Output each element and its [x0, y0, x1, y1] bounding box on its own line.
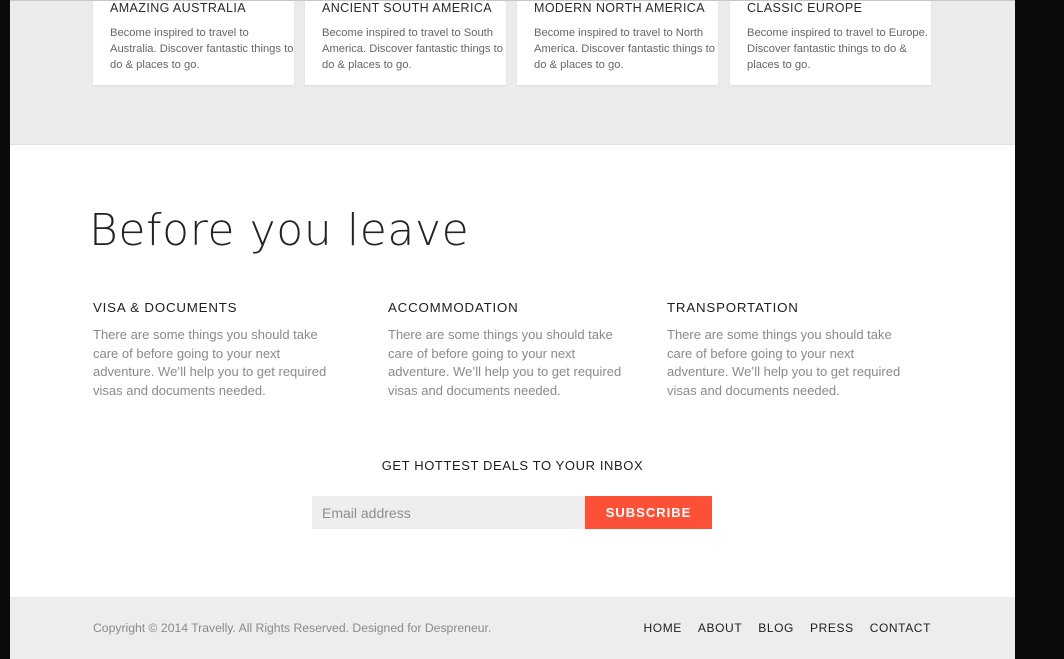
footer-link-about[interactable]: ABOUT — [698, 621, 742, 635]
footer-nav: HOME ABOUT BLOG PRESS CONTACT — [644, 621, 932, 635]
destination-description: Become inspired to travel to Europe. Dis… — [747, 27, 928, 71]
destination-title[interactable]: AMAZING AUSTRALIA — [110, 1, 288, 15]
destination-card-australia[interactable]: AMAZING AUSTRALIA Become inspired to tra… — [93, 1, 294, 85]
destination-title[interactable]: ANCIENT SOUTH AMERICA — [322, 1, 500, 15]
destination-title[interactable]: MODERN NORTH AMERICA — [534, 1, 712, 15]
footer: Copyright © 2014 Travelly. All Rights Re… — [10, 597, 1015, 659]
footer-link-blog[interactable]: BLOG — [758, 621, 794, 635]
email-input[interactable] — [312, 496, 585, 529]
destination-card-south-america[interactable]: ANCIENT SOUTH AMERICA Become inspired to… — [305, 1, 506, 85]
info-column-accommodation: ACCOMMODATION There are some things you … — [388, 300, 638, 400]
footer-link-contact[interactable]: CONTACT — [870, 621, 931, 635]
destination-description: Become inspired to travel to Australia. … — [110, 27, 294, 71]
destination-description: Become inspired to travel to North Ameri… — [534, 27, 715, 71]
info-column-transportation: TRANSPORTATION There are some things you… — [667, 300, 917, 400]
info-text: There are some things you should take ca… — [93, 327, 327, 398]
info-heading: ACCOMMODATION — [388, 300, 519, 315]
newsletter-label: GET HOTTEST DEALS TO YOUR INBOX — [381, 458, 644, 473]
info-column-visa: VISA & DOCUMENTS There are some things y… — [93, 300, 343, 400]
section-title: Before you leave — [89, 205, 470, 256]
destinations-section: AMAZING AUSTRALIA Become inspired to tra… — [10, 1, 1015, 145]
destination-description: Become inspired to travel to South Ameri… — [322, 27, 503, 71]
destination-card-europe[interactable]: CLASSIC EUROPE Become inspired to travel… — [730, 1, 931, 85]
page: AMAZING AUSTRALIA Become inspired to tra… — [10, 0, 1015, 659]
info-text: There are some things you should take ca… — [667, 327, 901, 398]
info-heading: VISA & DOCUMENTS — [93, 300, 238, 315]
subscribe-button[interactable]: SUBSCRIBE — [585, 496, 712, 529]
footer-link-home[interactable]: HOME — [644, 621, 682, 635]
info-heading: TRANSPORTATION — [667, 300, 799, 315]
info-text: There are some things you should take ca… — [388, 327, 622, 398]
footer-link-press[interactable]: PRESS — [810, 621, 854, 635]
copyright-text: Copyright © 2014 Travelly. All Rights Re… — [93, 621, 492, 635]
destination-title[interactable]: CLASSIC EUROPE — [747, 1, 925, 15]
destination-card-north-america[interactable]: MODERN NORTH AMERICA Become inspired to … — [517, 1, 718, 85]
